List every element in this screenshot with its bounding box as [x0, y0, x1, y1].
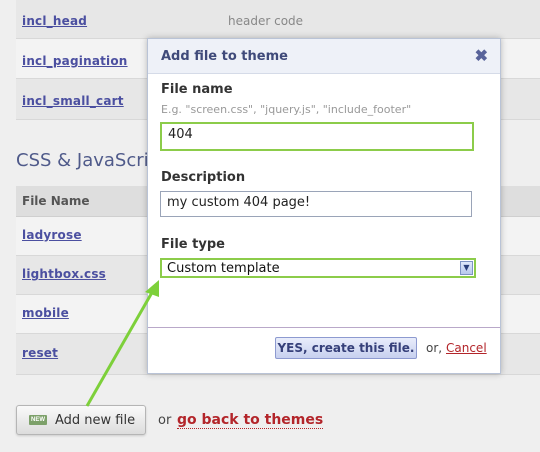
- file-name-label: File name: [161, 82, 233, 97]
- file-link-reset[interactable]: reset: [22, 346, 58, 360]
- file-type-selected-value: Custom template: [167, 261, 280, 276]
- create-file-button[interactable]: YES, create this file.: [275, 337, 417, 359]
- file-link-lightbox-css[interactable]: lightbox.css: [22, 267, 106, 281]
- dialog-or-text: or,: [426, 341, 443, 355]
- table-row: incl_head header code: [16, 0, 540, 39]
- file-link-incl-small-cart[interactable]: incl_small_cart: [22, 94, 124, 108]
- file-link-incl-pagination[interactable]: incl_pagination: [22, 54, 128, 68]
- file-name-input[interactable]: 404: [160, 122, 474, 151]
- add-new-file-label: Add new file: [55, 413, 136, 428]
- close-icon[interactable]: ✖: [475, 46, 488, 66]
- file-type-label: File type: [161, 237, 225, 252]
- file-link-ladyrose[interactable]: ladyrose: [22, 228, 82, 242]
- section-heading: CSS & JavaScrip: [16, 150, 161, 171]
- file-type-select[interactable]: Custom template ▼: [160, 258, 476, 278]
- file-link-incl-head[interactable]: incl_head: [22, 14, 87, 28]
- description-label: Description: [161, 170, 246, 185]
- dialog-title-bar: Add file to theme ✖: [148, 39, 500, 74]
- file-link-mobile[interactable]: mobile: [22, 306, 69, 320]
- column-header-file-name: File Name: [22, 194, 90, 208]
- file-description: header code: [228, 14, 304, 28]
- dialog-divider: [148, 327, 500, 328]
- file-name-hint: E.g. "screen.css", "jquery.js", "include…: [161, 103, 412, 116]
- cancel-link[interactable]: Cancel: [446, 341, 487, 355]
- new-badge-icon: NEW: [29, 415, 47, 425]
- go-back-to-themes-link[interactable]: go back to themes: [177, 412, 324, 429]
- description-input[interactable]: my custom 404 page!: [160, 191, 472, 217]
- add-file-dialog: Add file to theme ✖ File name E.g. "scre…: [147, 38, 501, 374]
- add-new-file-button[interactable]: NEW Add new file: [16, 405, 146, 435]
- chevron-down-icon[interactable]: ▼: [460, 261, 473, 275]
- dialog-title: Add file to theme: [161, 49, 288, 64]
- or-text: or: [158, 413, 172, 428]
